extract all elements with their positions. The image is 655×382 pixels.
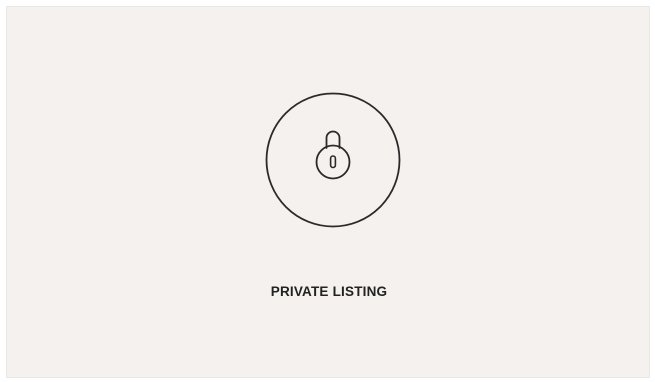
private-listing-card: PRIVATE LISTING	[6, 6, 650, 378]
lock-badge	[265, 92, 401, 228]
lock-icon	[265, 92, 401, 228]
private-listing-label: PRIVATE LISTING	[270, 284, 388, 299]
